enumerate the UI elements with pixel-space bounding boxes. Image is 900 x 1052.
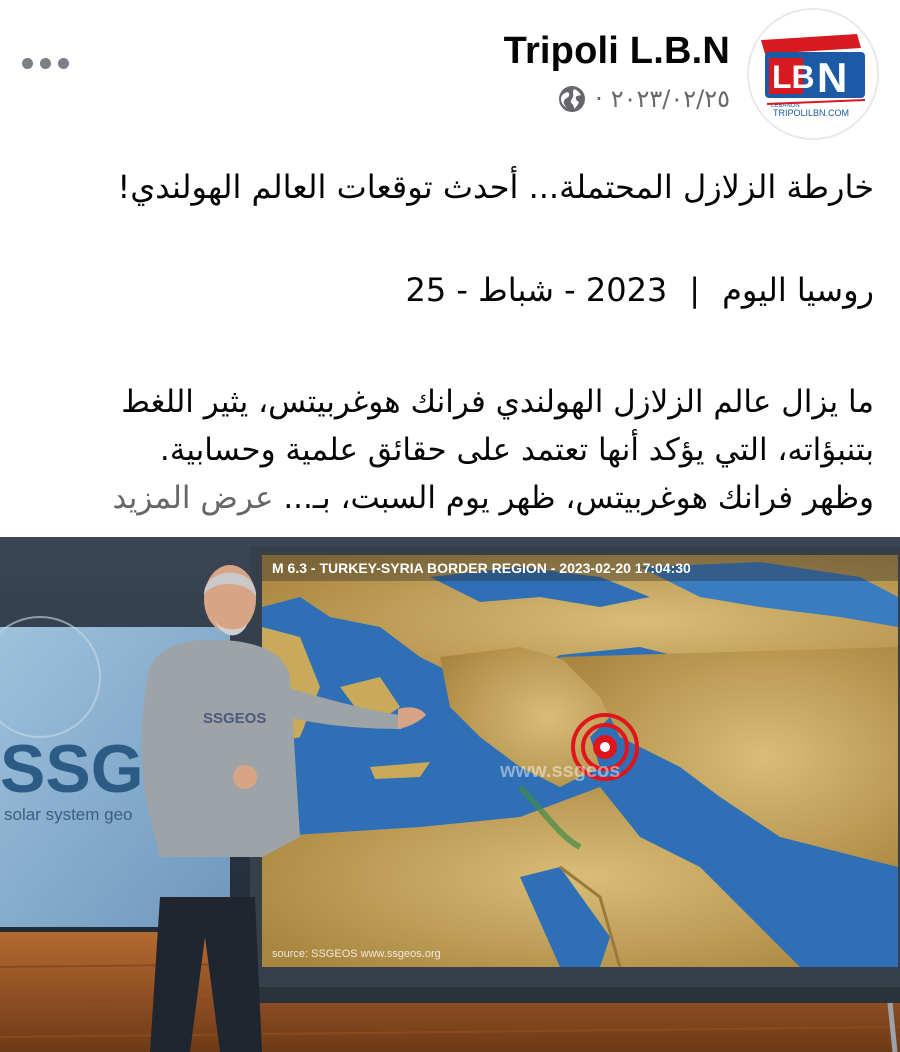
- body-line: بتنبؤاته، التي يؤكد أنها تعتمد على حقائق…: [159, 432, 874, 468]
- svg-text:TRIPOLILBN.COM: TRIPOLILBN.COM: [773, 108, 849, 118]
- map-banner-text: M 6.3 - TURKEY-SYRIA BORDER REGION - 202…: [272, 560, 691, 576]
- svg-text:LB: LB: [772, 59, 815, 95]
- sweater-logo-text: SSGEOS: [203, 710, 266, 727]
- source-date: 2023 - شباط - 25: [405, 271, 668, 309]
- source-name: روسيا اليوم: [722, 271, 874, 309]
- post-source-line: روسيا اليوم | 2023 - شباط - 25: [26, 268, 874, 312]
- post-date[interactable]: ٢٠٢٣/٠٢/٢٥: [611, 85, 730, 113]
- more-options-icon-dot: [40, 57, 51, 69]
- video-frame: SSGE solar system geo M 6.3 - TURKEY-SYR…: [0, 537, 900, 1052]
- more-options-icon-dot: [58, 57, 69, 69]
- post-meta: · ٢٠٢٣/٠٢/٢٥: [557, 84, 730, 114]
- meta-separator: ·: [595, 85, 603, 113]
- more-options-button[interactable]: [22, 48, 82, 78]
- page-name-link[interactable]: Tripoli L.B.N: [504, 30, 730, 73]
- map-source-text: source: SSGEOS www.ssgeos.org: [272, 948, 441, 960]
- body-line-text: وظهر فرانك هوغربيتس، ظهر يوم السبت، بـ..…: [283, 480, 874, 516]
- post-title: خارطة الزلازل المحتملة... أحدث توقعات ال…: [117, 168, 874, 206]
- globe-icon: [559, 86, 586, 112]
- post-video-thumbnail[interactable]: SSGE solar system geo M 6.3 - TURKEY-SYR…: [0, 537, 900, 1052]
- body-line-last: وظهر فرانك هوغربيتس، ظهر يوم السبت، بـ..…: [26, 474, 874, 522]
- see-more-link[interactable]: عرض المزيد: [113, 480, 274, 516]
- more-options-icon: [22, 57, 33, 69]
- post-header: Tripoli L.B.N · ٢٠٢٣/٠٢/٢٥ LB N LEBANON …: [0, 0, 900, 140]
- body-line: ما يزال عالم الزلازل الهولندي فرانك هوغر…: [121, 384, 874, 420]
- page-avatar[interactable]: LB N LEBANON TRIPOLILBN.COM: [747, 8, 879, 140]
- screen-tagline-text: solar system geo: [4, 805, 133, 824]
- post-body: ما يزال عالم الزلازل الهولندي فرانك هوغر…: [26, 378, 874, 522]
- lbn-logo: LB N LEBANON TRIPOLILBN.COM: [749, 10, 877, 138]
- map-watermark-text: www.ssgeos: [499, 760, 620, 782]
- source-divider: |: [689, 271, 701, 309]
- svg-text:N: N: [817, 54, 847, 101]
